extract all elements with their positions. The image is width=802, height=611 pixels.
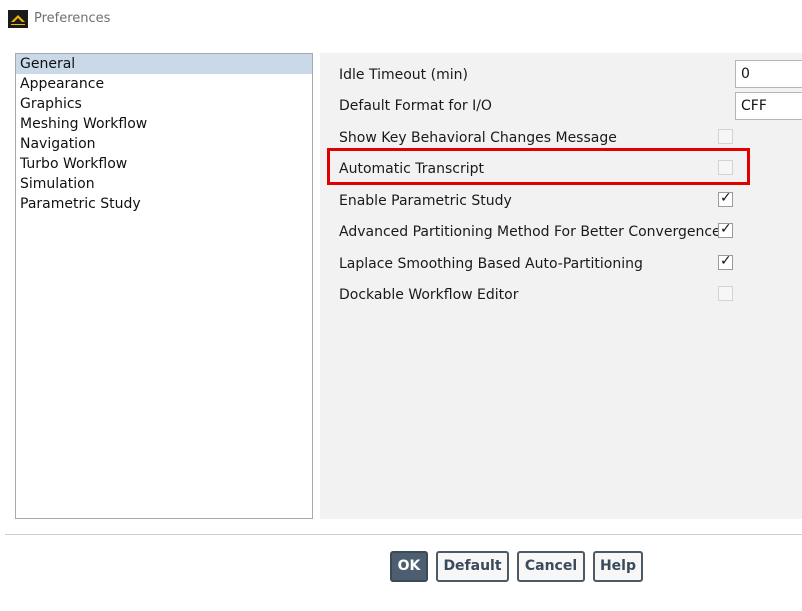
default-button[interactable]: Default: [436, 551, 509, 582]
advanced-partitioning-checkbox[interactable]: ✓: [718, 221, 733, 238]
cancel-button[interactable]: Cancel: [517, 551, 585, 582]
category-list[interactable]: General Appearance Graphics Meshing Work…: [15, 53, 313, 519]
category-item-general[interactable]: General: [16, 54, 312, 74]
checkmark-icon: ✓: [720, 221, 732, 237]
show-key-changes-checkbox[interactable]: [718, 129, 733, 144]
category-item-appearance[interactable]: Appearance: [16, 74, 312, 94]
help-button[interactable]: Help: [593, 551, 643, 582]
setting-dockable-editor: Dockable Workflow Editor: [339, 284, 802, 308]
category-item-turbo-workflow[interactable]: Turbo Workflow: [16, 154, 312, 174]
footer-divider: [5, 534, 802, 535]
dockable-editor-checkbox[interactable]: [718, 286, 733, 301]
idle-timeout-label: Idle Timeout (min): [339, 67, 468, 83]
default-format-label: Default Format for I/O: [339, 98, 492, 114]
setting-laplace-smoothing: Laplace Smoothing Based Auto-Partitionin…: [339, 253, 802, 277]
default-format-select[interactable]: CFF: [735, 92, 802, 120]
category-item-navigation[interactable]: Navigation: [16, 134, 312, 154]
checkmark-icon: ✓: [720, 190, 732, 206]
setting-idle-timeout: Idle Timeout (min): [339, 60, 802, 88]
app-logo-icon: [8, 10, 28, 28]
setting-enable-parametric: Enable Parametric Study ✓: [339, 190, 802, 214]
highlight-annotation: [327, 148, 750, 185]
setting-advanced-partitioning: Advanced Partitioning Method For Better …: [339, 221, 802, 245]
setting-default-format: Default Format for I/O CFF: [339, 92, 802, 120]
idle-timeout-input[interactable]: [735, 60, 802, 88]
advanced-partitioning-label: Advanced Partitioning Method For Better …: [339, 224, 721, 240]
settings-panel: Idle Timeout (min) Default Format for I/…: [320, 53, 802, 519]
show-key-changes-label: Show Key Behavioral Changes Message: [339, 130, 617, 146]
category-item-simulation[interactable]: Simulation: [16, 174, 312, 194]
dockable-editor-label: Dockable Workflow Editor: [339, 287, 519, 303]
laplace-smoothing-checkbox[interactable]: ✓: [718, 253, 733, 270]
category-item-graphics[interactable]: Graphics: [16, 94, 312, 114]
enable-parametric-label: Enable Parametric Study: [339, 193, 512, 209]
checkmark-icon: ✓: [720, 253, 732, 269]
ok-button[interactable]: OK: [390, 551, 428, 582]
enable-parametric-checkbox[interactable]: ✓: [718, 190, 733, 207]
category-item-meshing-workflow[interactable]: Meshing Workflow: [16, 114, 312, 134]
category-item-parametric-study[interactable]: Parametric Study: [16, 194, 312, 214]
title-bar: Preferences: [0, 0, 802, 38]
laplace-smoothing-label: Laplace Smoothing Based Auto-Partitionin…: [339, 256, 643, 272]
window-title: Preferences: [34, 11, 111, 26]
